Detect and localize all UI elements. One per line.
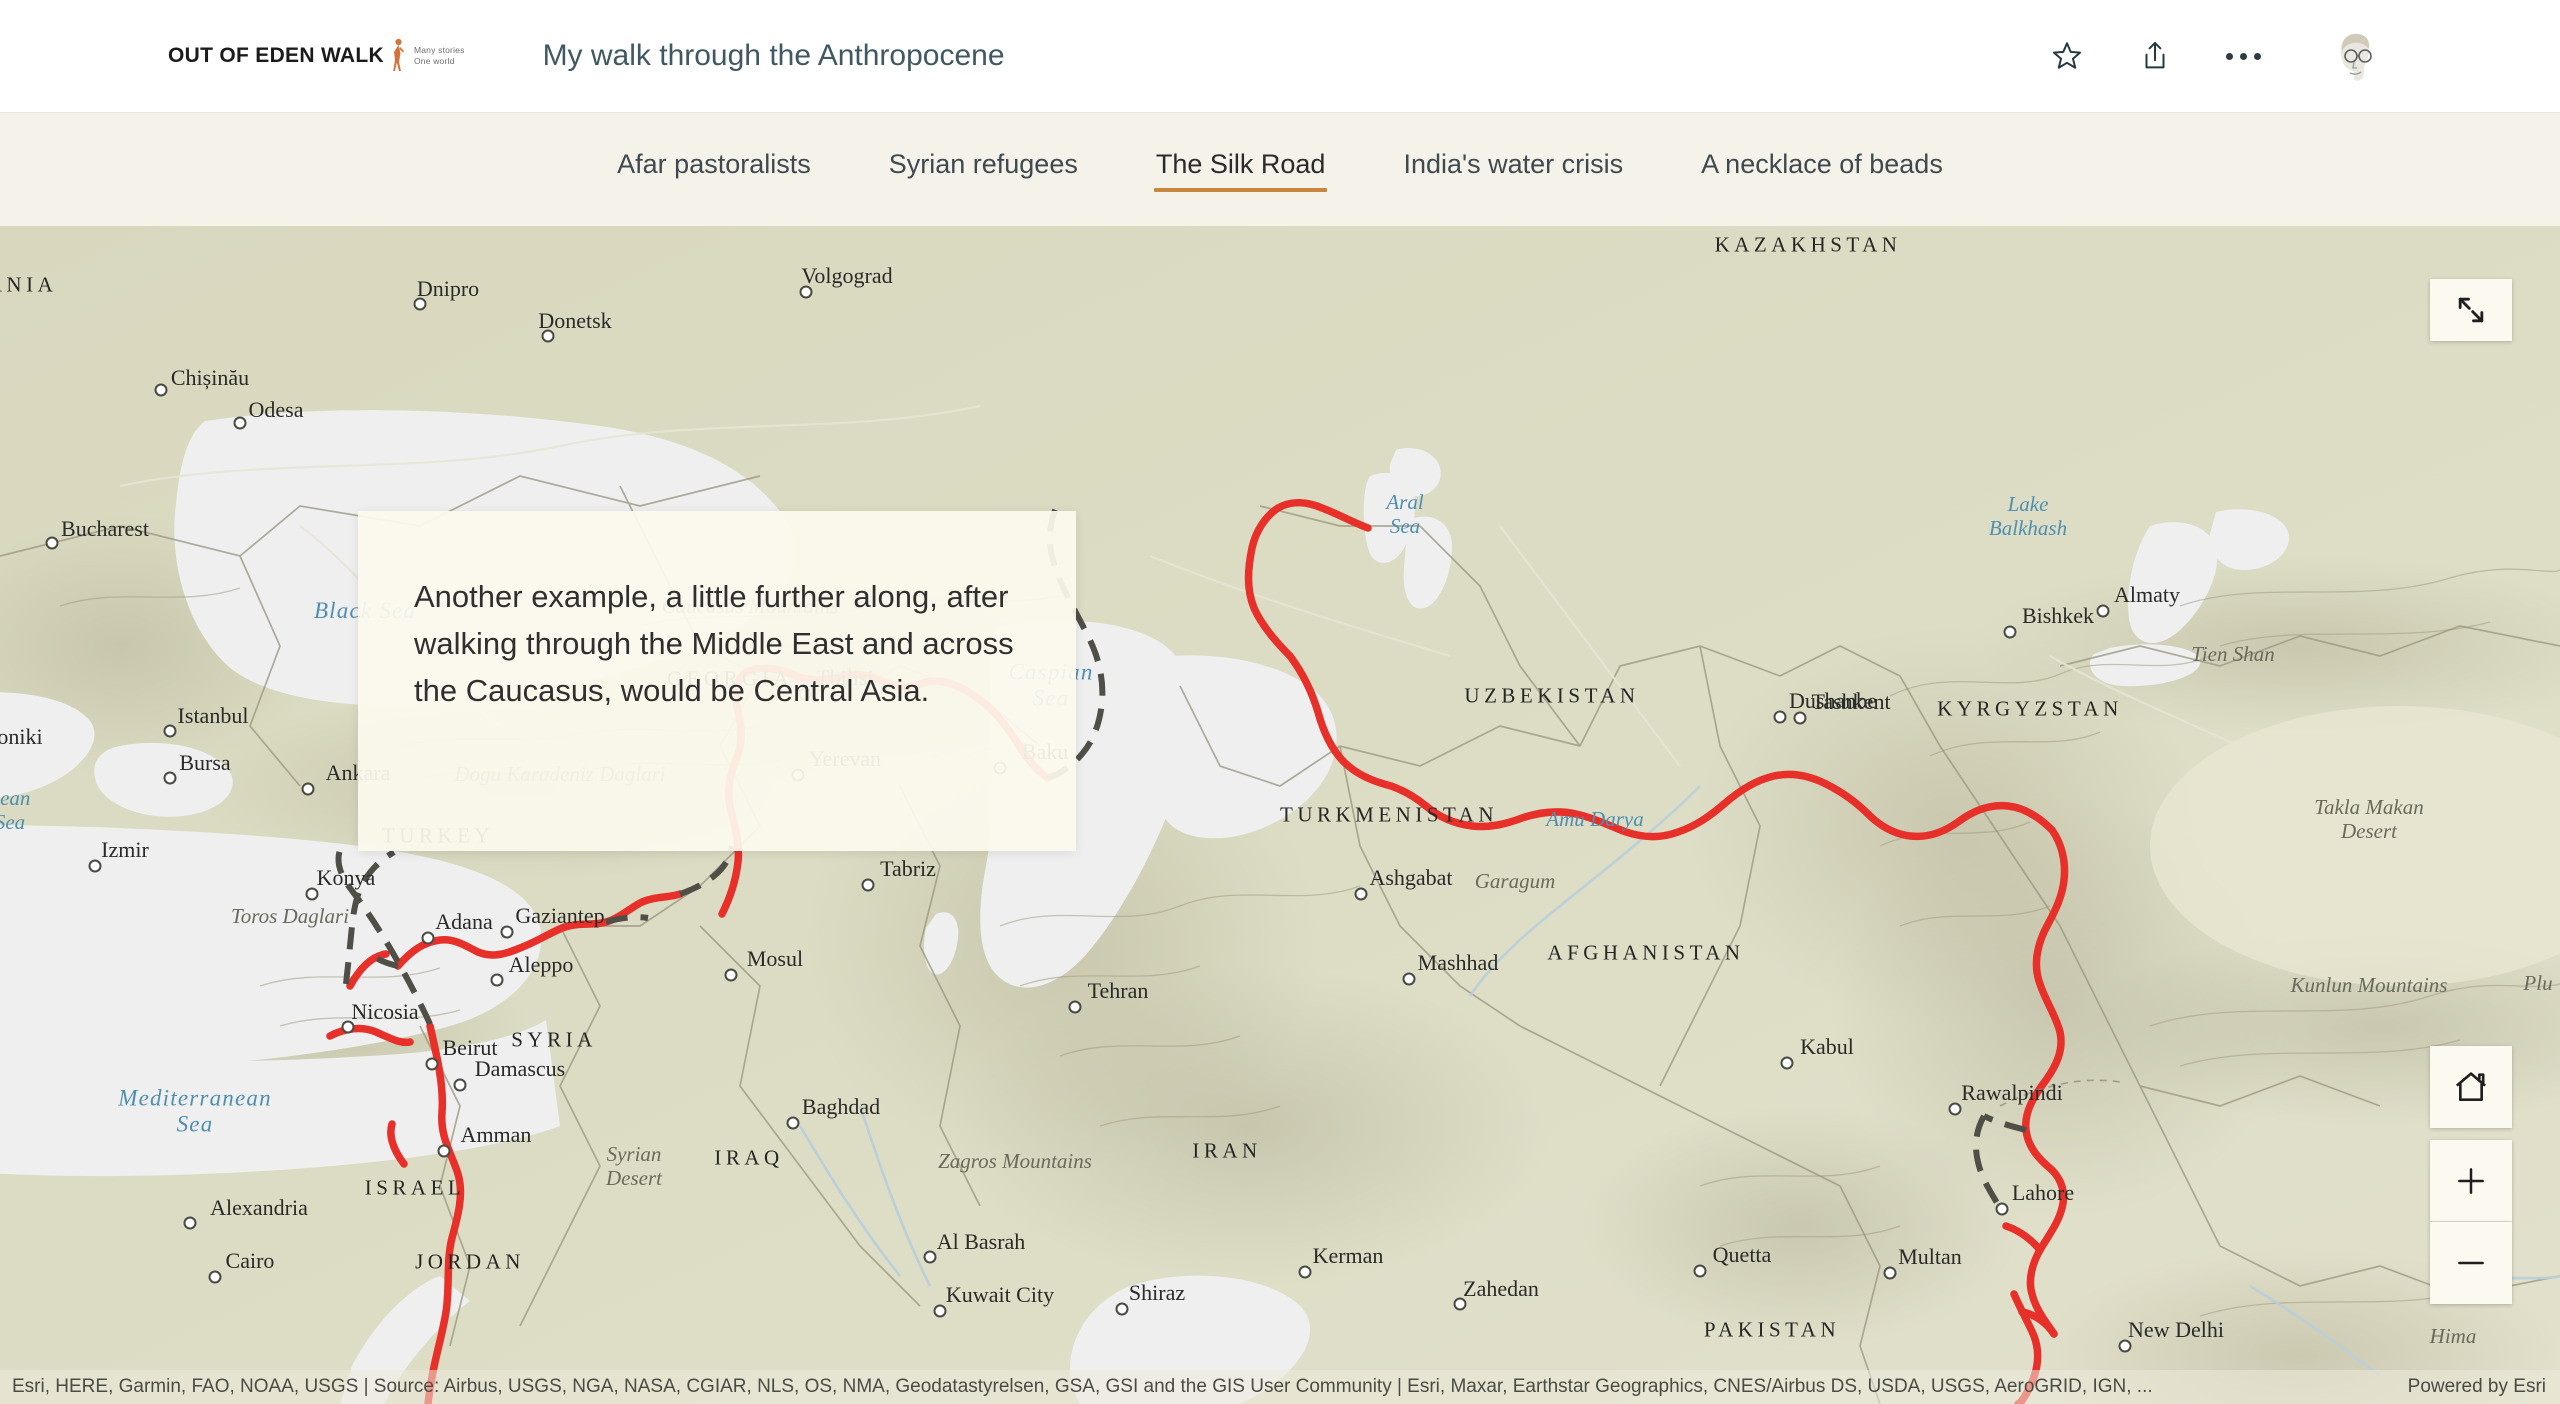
brand-block[interactable]: OUT OF EDEN WALK Many stories One world … <box>168 38 1005 74</box>
tab-syrian-refugees[interactable]: Syrian refugees <box>879 143 1088 196</box>
tab-the-silk-road[interactable]: The Silk Road <box>1146 143 1336 196</box>
expand-icon[interactable] <box>2430 279 2512 341</box>
app-header: OUT OF EDEN WALK Many stories One world … <box>0 0 2560 113</box>
tab-a-necklace-of-beads[interactable]: A necklace of beads <box>1691 143 1953 196</box>
tab-indias-water-crisis[interactable]: India's water crisis <box>1393 143 1633 196</box>
zoom-in-button[interactable] <box>2430 1140 2512 1222</box>
logo-wordmark: OUT OF EDEN WALK <box>168 44 384 67</box>
map-attribution-bar: Esri, HERE, Garmin, FAO, NOAA, USGS | So… <box>0 1370 2560 1404</box>
map-zoom-controls <box>2430 1046 2512 1304</box>
user-avatar[interactable] <box>2323 25 2385 87</box>
walking-figure-icon <box>390 38 406 74</box>
share-icon[interactable] <box>2135 36 2175 76</box>
story-tab-bar: Afar pastoralists Syrian refugees The Si… <box>0 113 2560 226</box>
logo-tagline: Many stories One world <box>412 45 465 68</box>
more-dots <box>2225 52 2261 60</box>
out-of-eden-walk-logo[interactable]: OUT OF EDEN WALK Many stories One world <box>168 38 465 74</box>
attribution-text: Esri, HERE, Garmin, FAO, NOAA, USGS | So… <box>12 1376 2153 1397</box>
home-icon[interactable] <box>2430 1046 2512 1128</box>
story-text-panel: Another example, a little further along,… <box>358 511 1076 851</box>
logo-tagline-line1: Many stories <box>413 44 465 55</box>
map-viewport[interactable]: UKRAINEANIAKAZAKHSTANGEORGIATURKEYSYRIAI… <box>0 226 2560 1404</box>
star-icon[interactable] <box>2047 36 2087 76</box>
zoom-out-button[interactable] <box>2430 1222 2512 1304</box>
story-paragraph: Another example, a little further along,… <box>414 579 1014 709</box>
page-title: My walk through the Anthropocene <box>542 39 1005 72</box>
powered-by-esri[interactable]: Powered by Esri <box>2408 1376 2560 1398</box>
more-options-icon[interactable] <box>2223 36 2263 76</box>
tab-afar-pastoralists[interactable]: Afar pastoralists <box>607 143 821 196</box>
header-actions <box>2047 25 2385 87</box>
logo-tagline-line2: One world <box>413 56 455 66</box>
